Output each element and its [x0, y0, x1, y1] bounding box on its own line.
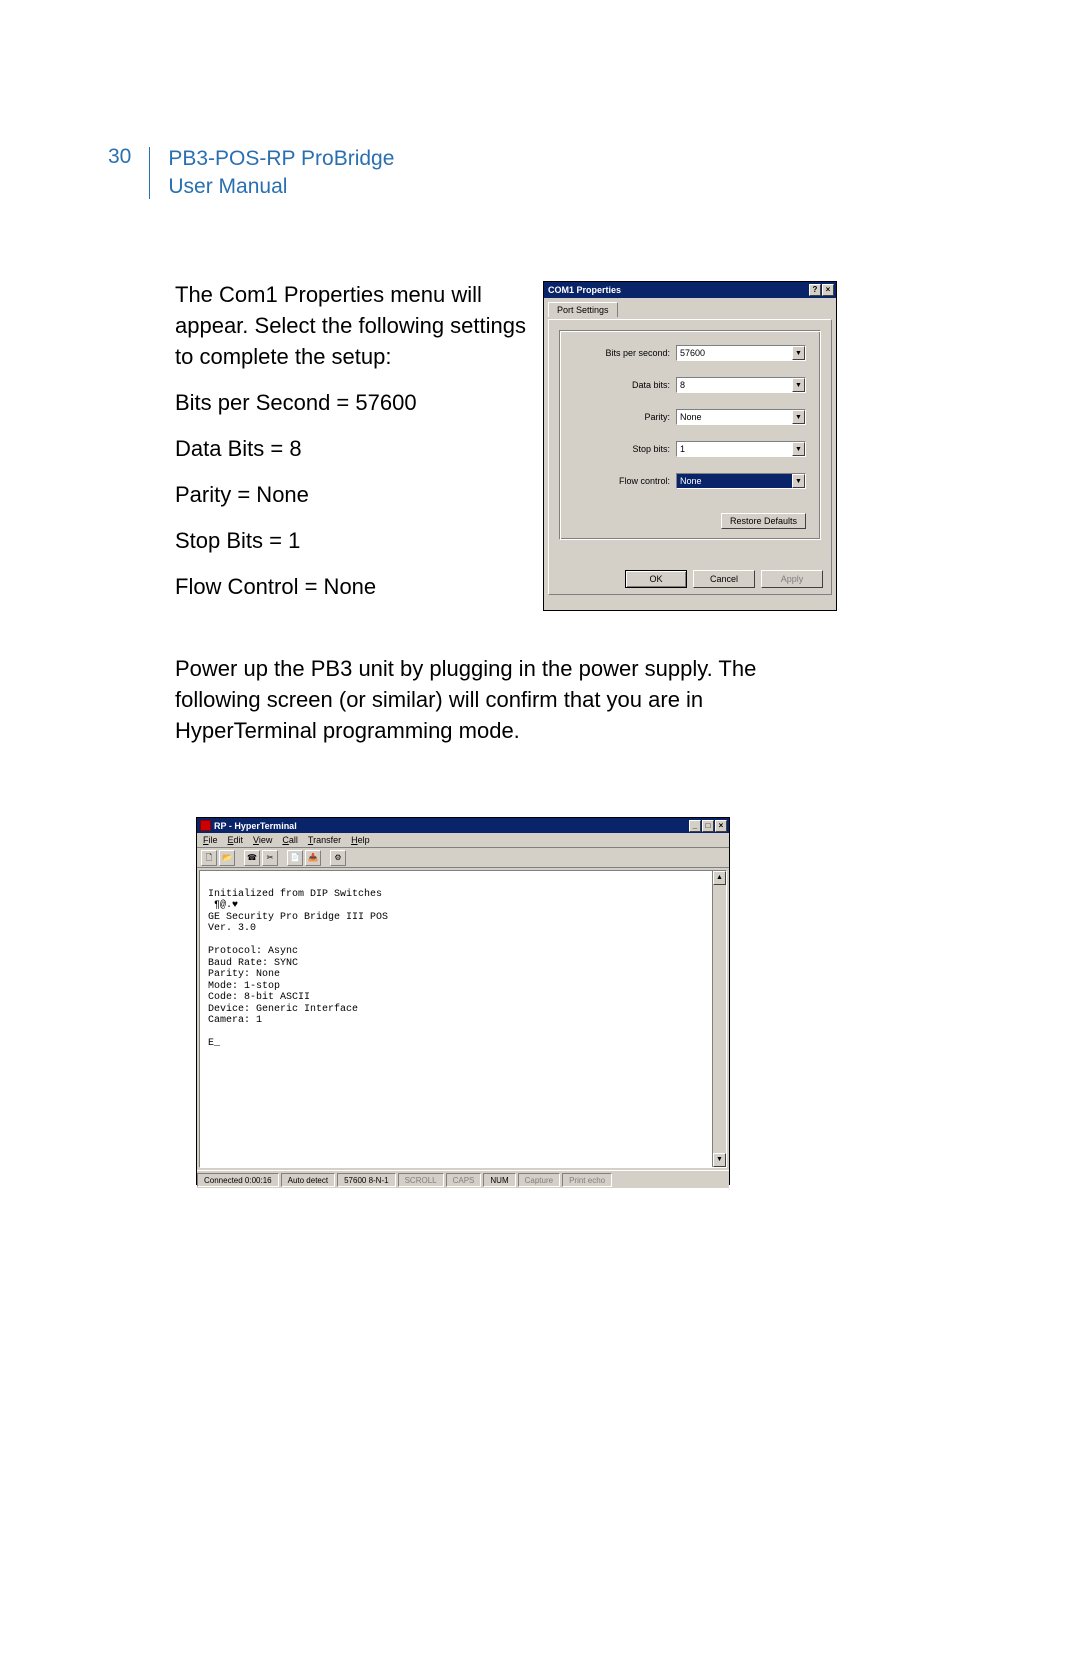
status-capture: Capture [518, 1173, 560, 1187]
maximize-button[interactable]: □ [702, 820, 714, 832]
status-num: NUM [483, 1173, 515, 1187]
dropdown-flowcontrol-value: None [680, 476, 702, 486]
dropdown-bps-value: 57600 [680, 348, 705, 358]
tab-port-settings[interactable]: Port Settings [548, 302, 618, 317]
page-header: 30 PB3-POS-RP ProBridge User Manual [108, 145, 394, 202]
cancel-button[interactable]: Cancel [693, 570, 755, 588]
ht-titlebar[interactable]: RP - HyperTerminal _ □ × [197, 818, 729, 833]
chevron-down-icon: ▼ [792, 378, 805, 392]
page-number: 30 [108, 145, 131, 169]
scroll-down-icon[interactable]: ▼ [713, 1153, 726, 1167]
terminal-output[interactable]: Initialized from DIP Switches ¶@.♥ GE Se… [200, 871, 712, 1167]
setting-bps: Bits per Second = 57600 [175, 388, 417, 419]
dropdown-stopbits-value: 1 [680, 444, 685, 454]
label-parity: Parity: [644, 412, 670, 422]
header-title-line2: User Manual [168, 173, 394, 201]
status-caps: CAPS [446, 1173, 482, 1187]
status-baud: 57600 8-N-1 [337, 1173, 395, 1187]
com1-title: COM1 Properties [548, 285, 621, 295]
status-autodetect: Auto detect [281, 1173, 335, 1187]
com1-properties-dialog: COM1 Properties ? × Port Settings Bits p… [543, 281, 837, 611]
toolbar-receive-icon[interactable]: 📥 [305, 850, 321, 866]
status-connected: Connected 0:00:16 [197, 1173, 279, 1187]
status-scroll: SCROLL [398, 1173, 444, 1187]
paragraph-powerup: Power up the PB3 unit by plugging in the… [175, 654, 845, 746]
ok-button[interactable]: OK [625, 570, 687, 588]
dropdown-stopbits[interactable]: 1 ▼ [676, 441, 806, 457]
toolbar-send-icon[interactable]: 📄 [287, 850, 303, 866]
app-icon [200, 820, 211, 831]
minimize-button[interactable]: _ [689, 820, 701, 832]
help-button[interactable]: ? [809, 284, 821, 296]
menu-edit[interactable]: Edit [228, 835, 244, 845]
ht-title: RP - HyperTerminal [214, 821, 297, 831]
toolbar-hangup-icon[interactable]: ✂ [262, 850, 278, 866]
setting-flowcontrol: Flow Control = None [175, 572, 376, 603]
label-flowcontrol: Flow control: [619, 476, 670, 486]
menu-view[interactable]: View [253, 835, 272, 845]
scroll-up-icon[interactable]: ▲ [713, 871, 726, 885]
chevron-down-icon: ▼ [792, 474, 805, 488]
restore-defaults-button[interactable]: Restore Defaults [721, 513, 806, 529]
header-title-line1: PB3-POS-RP ProBridge [168, 145, 394, 173]
com1-titlebar[interactable]: COM1 Properties ? × [544, 282, 836, 298]
toolbar-new-icon[interactable]: 🗋 [201, 850, 217, 866]
ht-terminal-area: Initialized from DIP Switches ¶@.♥ GE Se… [199, 870, 727, 1168]
apply-button[interactable]: Apply [761, 570, 823, 588]
close-button[interactable]: × [715, 820, 727, 832]
menu-help[interactable]: Help [351, 835, 370, 845]
label-databits: Data bits: [632, 380, 670, 390]
chevron-down-icon: ▼ [792, 346, 805, 360]
status-echo: Print echo [562, 1173, 612, 1187]
com1-tabstrip: Port Settings [544, 298, 836, 320]
dropdown-bps[interactable]: 57600 ▼ [676, 345, 806, 361]
hyperterminal-window: RP - HyperTerminal _ □ × File Edit View … [196, 817, 730, 1185]
label-bps: Bits per second: [605, 348, 670, 358]
dropdown-parity[interactable]: None ▼ [676, 409, 806, 425]
com1-settings-group: Bits per second: 57600 ▼ Data bits: 8 ▼ … [559, 330, 821, 540]
dropdown-databits-value: 8 [680, 380, 685, 390]
chevron-down-icon: ▼ [792, 442, 805, 456]
ht-toolbar: 🗋 📂 ☎ ✂ 📄 📥 ⚙ [197, 848, 729, 868]
com1-panel: Bits per second: 57600 ▼ Data bits: 8 ▼ … [548, 319, 832, 595]
label-stopbits: Stop bits: [632, 444, 670, 454]
setting-parity: Parity = None [175, 480, 309, 511]
paragraph-intro: The Com1 Properties menu will appear. Se… [175, 280, 535, 372]
vertical-scrollbar[interactable]: ▲ ▼ [712, 871, 726, 1167]
close-button[interactable]: × [822, 284, 834, 296]
chevron-down-icon: ▼ [792, 410, 805, 424]
ht-menubar: File Edit View Call Transfer Help [197, 833, 729, 848]
dropdown-parity-value: None [680, 412, 702, 422]
toolbar-call-icon[interactable]: ☎ [244, 850, 260, 866]
dropdown-databits[interactable]: 8 ▼ [676, 377, 806, 393]
setting-stopbits: Stop Bits = 1 [175, 526, 300, 557]
toolbar-properties-icon[interactable]: ⚙ [330, 850, 346, 866]
menu-transfer[interactable]: Transfer [308, 835, 341, 845]
menu-call[interactable]: Call [282, 835, 298, 845]
header-title: PB3-POS-RP ProBridge User Manual [168, 145, 394, 202]
ht-statusbar: Connected 0:00:16 Auto detect 57600 8-N-… [197, 1170, 729, 1188]
dropdown-flowcontrol[interactable]: None ▼ [676, 473, 806, 489]
toolbar-open-icon[interactable]: 📂 [219, 850, 235, 866]
header-divider [149, 147, 150, 199]
setting-databits: Data Bits = 8 [175, 434, 302, 465]
menu-file[interactable]: File [203, 835, 218, 845]
